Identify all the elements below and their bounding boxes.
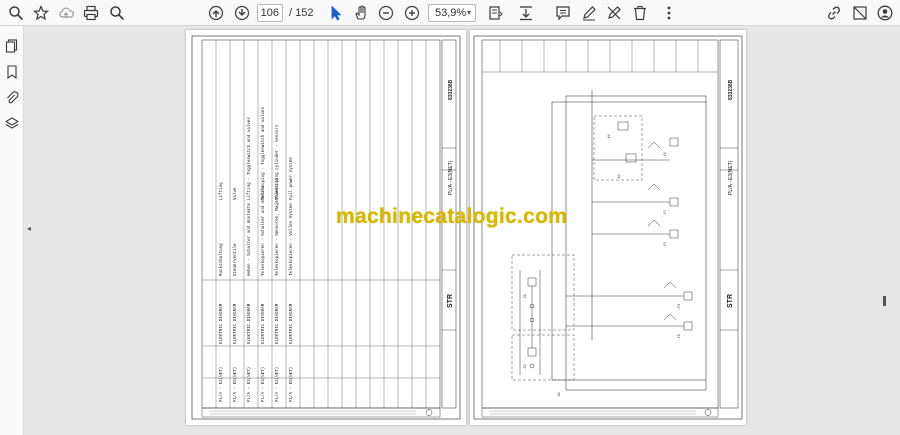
select-cursor-icon[interactable] [326, 3, 346, 23]
svg-text:-S2: -S2 [523, 364, 527, 370]
search-icon[interactable] [6, 3, 26, 23]
svg-text:-Y1: -Y1 [663, 152, 667, 158]
svg-text:ELEKTRIC DIAGRAM: ELEKTRIC DIAGRAM [234, 303, 238, 344]
svg-text:STR: STR [447, 294, 454, 308]
svg-text:-K2: -K2 [617, 174, 621, 180]
svg-text:-S1: -S1 [523, 294, 527, 300]
account-icon[interactable] [875, 3, 895, 23]
svg-text:Teleskopieren - Volles System: Teleskopieren - Volles System [289, 203, 294, 276]
next-page-icon[interactable] [232, 3, 252, 23]
svg-text:PL/A - E3(NET): PL/A - E3(NET) [728, 160, 734, 195]
download-icon[interactable] [516, 3, 536, 23]
svg-text:Steuerventile: Steuerventile [233, 243, 238, 276]
svg-text:-K1: -K1 [607, 134, 611, 140]
watermark-text: machinecatalogic.com [336, 205, 568, 228]
svg-text:Heben - Schalter und Kontakte: Heben - Schalter und Kontakte [247, 203, 252, 276]
svg-text:PL/A - E3(NET): PL/A - E3(NET) [275, 367, 280, 402]
collapse-left-icon[interactable]: ◂ [27, 224, 31, 233]
hand-tool-icon[interactable] [351, 3, 371, 23]
share-link-icon[interactable] [824, 3, 844, 23]
bookmarks-icon[interactable] [3, 63, 21, 81]
comment-icon[interactable] [553, 3, 573, 23]
svg-text:-X1: -X1 [557, 392, 561, 398]
svg-text:-Y3: -Y3 [663, 242, 667, 248]
svg-text:Ruckschaltung: Ruckschaltung [219, 243, 224, 276]
svg-text:-Y4: -Y4 [677, 304, 681, 310]
svg-text:833238B: 833238B [448, 79, 454, 100]
zoom-level-value: 53,9% [435, 7, 467, 19]
thumbnails-icon[interactable] [3, 37, 21, 55]
svg-text:ELEKTRIC DIAGRAM: ELEKTRIC DIAGRAM [220, 303, 224, 344]
svg-text:Telescoping - Toggleswitch and: Telescoping - Toggleswitch and valves [261, 107, 266, 200]
cloud-upload-icon[interactable] [56, 3, 76, 23]
more-tools-icon[interactable] [659, 3, 679, 23]
svg-text:Valve: Valve [233, 187, 238, 200]
page-total-label: / 152 [289, 7, 314, 19]
delete-icon[interactable] [630, 3, 650, 23]
layers-icon[interactable] [3, 115, 21, 133]
svg-text:PL/A - E3(NET): PL/A - E3(NET) [261, 367, 266, 402]
print-icon[interactable] [81, 3, 101, 23]
erase-annotation-icon[interactable] [604, 3, 624, 23]
svg-text:STR: STR [727, 294, 734, 308]
svg-text:PL/A - E3(NET): PL/A - E3(NET) [247, 367, 252, 402]
svg-text:Full power system: Full power system [289, 157, 294, 200]
zoom-out-icon[interactable] [376, 3, 396, 23]
fullscreen-icon[interactable] [850, 3, 870, 23]
svg-text:ELEKTRIC DIAGRAM: ELEKTRIC DIAGRAM [262, 303, 266, 344]
svg-text:Lifting - Toggleswitch and val: Lifting - Toggleswitch and valves [247, 117, 252, 200]
svg-text:Lifting: Lifting [219, 182, 224, 200]
pdf-toolbar: 106 / 152 53,9% ▾ [0, 0, 900, 26]
bookmark-star-icon[interactable] [31, 3, 51, 23]
svg-text:833238B: 833238B [728, 79, 734, 100]
svg-text:ELEKTRIC DIAGRAM: ELEKTRIC DIAGRAM [248, 303, 252, 344]
page-number-input[interactable]: 106 [257, 4, 283, 22]
previous-page-icon[interactable] [206, 3, 226, 23]
attachments-icon[interactable] [3, 89, 21, 107]
draw-pen-icon[interactable] [579, 3, 599, 23]
svg-text:PL/A - E3(NET): PL/A - E3(NET) [289, 367, 294, 402]
svg-text:PL/A - E3(NET): PL/A - E3(NET) [233, 367, 238, 402]
svg-text:Telescoping cylinder - sensors: Telescoping cylinder - sensors [275, 124, 280, 200]
svg-text:PL/A - E3(NET): PL/A - E3(NET) [219, 367, 224, 402]
page-fit-icon[interactable] [485, 3, 505, 23]
zoom-search-icon[interactable] [107, 3, 127, 23]
svg-text:ELEKTRIC DIAGRAM: ELEKTRIC DIAGRAM [276, 303, 280, 344]
side-panel [0, 26, 24, 435]
zoom-in-icon[interactable] [402, 3, 422, 23]
svg-text:-Y5: -Y5 [677, 334, 681, 340]
scrollbar-handle[interactable] [883, 296, 886, 306]
svg-text:ELEKTRIC DIAGRAM: ELEKTRIC DIAGRAM [290, 303, 294, 344]
svg-text:-Y2: -Y2 [663, 210, 667, 216]
svg-text:PL/A - E3(NET): PL/A - E3(NET) [448, 160, 454, 195]
zoom-level-select[interactable]: 53,9% ▾ [428, 4, 476, 22]
chevron-down-icon: ▾ [466, 8, 471, 17]
